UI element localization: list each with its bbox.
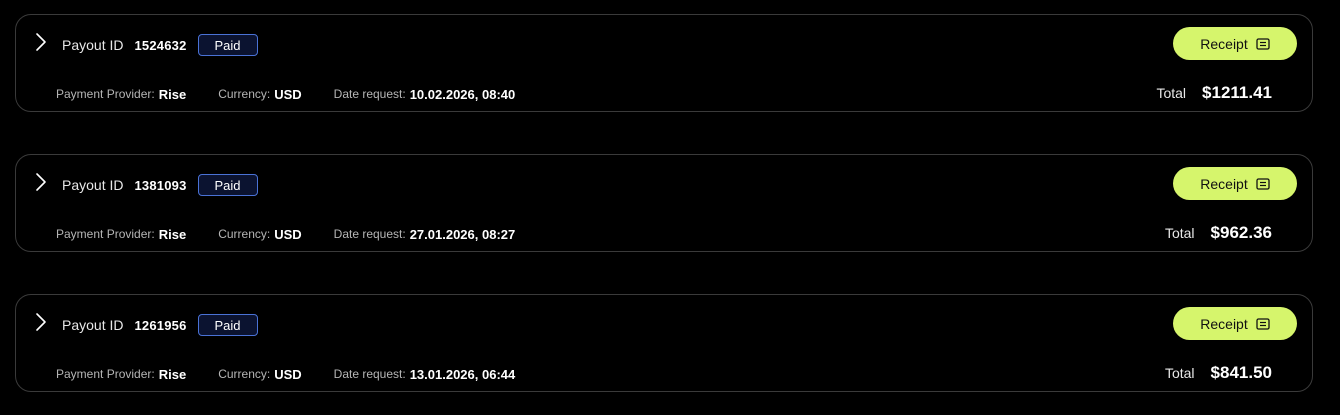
- total-label: Total: [1164, 225, 1195, 241]
- receipt-button-label: Receipt: [1200, 315, 1248, 332]
- currency-label: Currency:: [218, 367, 271, 381]
- payout-total: Total $841.50: [1165, 361, 1272, 385]
- payout-details: Payment Provider: Rise Currency: USD Dat…: [56, 225, 547, 243]
- payment-provider: Payment Provider: Rise: [56, 87, 186, 102]
- date-request-label: Date request:: [333, 87, 406, 101]
- payment-provider-value: Rise: [158, 366, 187, 382]
- total-label: Total: [1164, 365, 1195, 381]
- receipt-button[interactable]: Receipt: [1173, 307, 1297, 340]
- payout-header: Payout ID 1524632 Paid: [62, 33, 258, 57]
- date-request-value: 13.01.2026, 06:44: [409, 366, 516, 382]
- payment-provider: Payment Provider: Rise: [56, 367, 186, 382]
- payout-id-label: Payout ID: [62, 37, 124, 53]
- payout-header: Payout ID 1261956 Paid: [62, 313, 258, 337]
- currency: Currency: USD: [218, 227, 301, 242]
- currency-value: USD: [274, 226, 302, 242]
- chevron-right-icon[interactable]: [33, 31, 49, 53]
- payout-card: Payout ID 1261956 Paid Receipt Payment P…: [15, 294, 1313, 392]
- payment-provider-label: Payment Provider:: [56, 367, 155, 381]
- receipt-icon: [1256, 177, 1270, 190]
- receipt-icon: [1256, 317, 1270, 330]
- payout-card: Payout ID 1524632 Paid Receipt Payment P…: [15, 14, 1313, 112]
- receipt-button-label: Receipt: [1200, 175, 1248, 192]
- date-request-value: 27.01.2026, 08:27: [409, 226, 516, 242]
- payout-card: Payout ID 1381093 Paid Receipt Payment P…: [15, 154, 1313, 252]
- total-value: $841.50: [1210, 363, 1272, 382]
- payout-id-value: 1261956: [134, 317, 187, 333]
- payout-total: Total $1211.41: [1156, 81, 1272, 105]
- date-request: Date request: 27.01.2026, 08:27: [334, 227, 516, 242]
- currency-label: Currency:: [218, 87, 271, 101]
- status-badge: Paid: [197, 174, 258, 196]
- payout-details: Payment Provider: Rise Currency: USD Dat…: [56, 85, 547, 103]
- payout-details: Payment Provider: Rise Currency: USD Dat…: [56, 365, 547, 383]
- payout-header: Payout ID 1381093 Paid: [62, 173, 258, 197]
- receipt-icon: [1256, 37, 1270, 50]
- total-value: $1211.41: [1202, 83, 1272, 102]
- date-request-label: Date request:: [333, 227, 406, 241]
- receipt-button-label: Receipt: [1200, 35, 1248, 52]
- chevron-right-icon[interactable]: [33, 171, 49, 193]
- chevron-right-icon[interactable]: [33, 311, 49, 333]
- payment-provider-value: Rise: [158, 86, 187, 102]
- payout-id-label: Payout ID: [62, 317, 124, 333]
- payment-provider: Payment Provider: Rise: [56, 227, 186, 242]
- receipt-button[interactable]: Receipt: [1173, 27, 1297, 60]
- date-request: Date request: 10.02.2026, 08:40: [334, 87, 516, 102]
- payout-id-label: Payout ID: [62, 177, 124, 193]
- currency-value: USD: [274, 366, 302, 382]
- status-badge: Paid: [197, 314, 258, 336]
- receipt-button[interactable]: Receipt: [1173, 167, 1297, 200]
- payout-id-value: 1381093: [134, 177, 187, 193]
- currency-label: Currency:: [218, 227, 271, 241]
- date-request-value: 10.02.2026, 08:40: [409, 86, 516, 102]
- payment-provider-label: Payment Provider:: [56, 87, 155, 101]
- payout-id-value: 1524632: [134, 37, 187, 53]
- date-request-label: Date request:: [333, 367, 406, 381]
- currency: Currency: USD: [218, 87, 301, 102]
- payout-total: Total $962.36: [1165, 221, 1272, 245]
- total-value: $962.36: [1210, 223, 1272, 242]
- total-label: Total: [1156, 85, 1187, 101]
- status-badge: Paid: [197, 34, 258, 56]
- currency: Currency: USD: [218, 367, 301, 382]
- payment-provider-value: Rise: [158, 226, 187, 242]
- date-request: Date request: 13.01.2026, 06:44: [334, 367, 516, 382]
- currency-value: USD: [274, 86, 302, 102]
- payment-provider-label: Payment Provider:: [56, 227, 155, 241]
- payout-list: Payout ID 1524632 Paid Receipt Payment P…: [0, 0, 1340, 415]
